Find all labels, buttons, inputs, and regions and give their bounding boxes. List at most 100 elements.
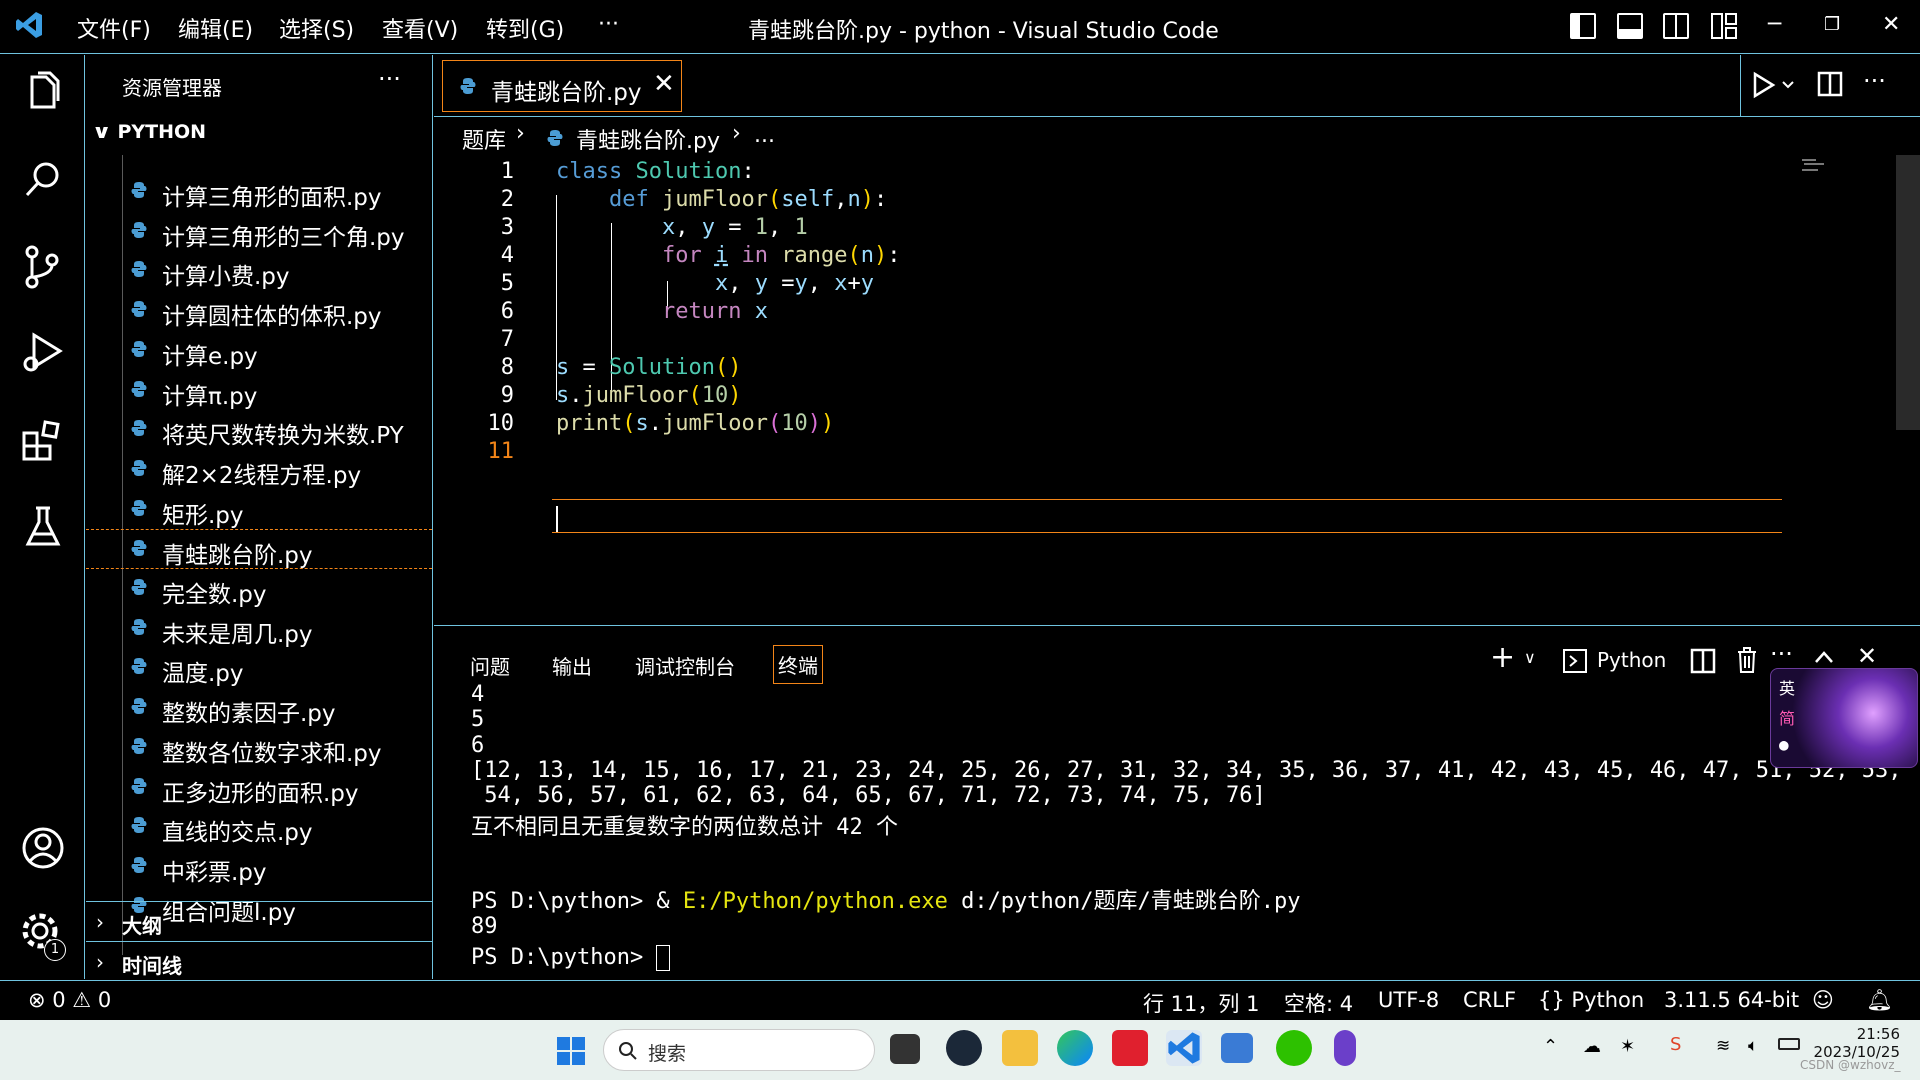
- close-window-button[interactable]: ✕: [1882, 12, 1900, 37]
- obsidian-icon[interactable]: [1334, 1030, 1356, 1066]
- restore-button[interactable]: ❐: [1824, 14, 1840, 35]
- file-item[interactable]: 计算三角形的三个角.py: [86, 212, 432, 252]
- breadcrumb-file[interactable]: 青蛙跳台阶.py: [576, 123, 720, 155]
- chevron-down-icon[interactable]: ∨: [1524, 648, 1536, 667]
- breadcrumb-folder[interactable]: 题库: [462, 123, 506, 155]
- ime-widget[interactable]: 英 简 ●: [1770, 668, 1918, 768]
- menu-goto[interactable]: 转到(G): [486, 12, 564, 44]
- terminal-prompt[interactable]: PS D:\python>: [471, 945, 671, 971]
- tray-app-icon[interactable]: ✶: [1620, 1036, 1635, 1057]
- onedrive-cloud-icon[interactable]: ☁: [1583, 1036, 1601, 1057]
- run-python-file-icon[interactable]: [1751, 71, 1799, 99]
- search-icon[interactable]: [18, 155, 68, 205]
- encoding-status[interactable]: UTF-8: [1378, 988, 1439, 1012]
- window-app-icon[interactable]: [1221, 1033, 1253, 1063]
- file-item[interactable]: 中彩票.py: [86, 847, 432, 887]
- cursor-position[interactable]: 行 11，列 1: [1143, 988, 1259, 1018]
- file-item[interactable]: 计算e.py: [86, 331, 432, 371]
- vscode-taskbar-icon[interactable]: [1166, 1030, 1202, 1066]
- tab-output[interactable]: 输出: [552, 651, 592, 680]
- run-debug-icon[interactable]: [18, 327, 68, 377]
- file-item[interactable]: 未来是周几.py: [86, 609, 432, 649]
- file-item[interactable]: 解2×2线程方程.py: [86, 450, 432, 490]
- file-item[interactable]: 计算π.py: [86, 371, 432, 411]
- customize-layout-icon[interactable]: [1711, 13, 1737, 39]
- file-item[interactable]: 计算三角形的面积.py: [86, 172, 432, 212]
- close-panel-icon[interactable]: ✕: [1857, 642, 1877, 670]
- explorer-icon[interactable]: [18, 67, 68, 117]
- minimap[interactable]: [1800, 155, 1830, 185]
- file-item[interactable]: 温度.py: [86, 648, 432, 688]
- breadcrumb-symbol[interactable]: ...: [754, 123, 775, 148]
- editor-tab[interactable]: 青蛙跳台阶.py ✕: [442, 60, 682, 112]
- menu-more[interactable]: ···: [598, 12, 619, 37]
- feedback-icon[interactable]: ☺: [1812, 988, 1834, 1012]
- wifi-icon[interactable]: ≋: [1716, 1036, 1730, 1056]
- file-item[interactable]: 整数的素因子.py: [86, 688, 432, 728]
- tab-terminal[interactable]: 终端: [773, 645, 823, 684]
- problems-status[interactable]: ⊗ 0 ⚠ 0: [28, 988, 111, 1012]
- toggle-secondary-sidebar-icon[interactable]: [1663, 13, 1689, 39]
- file-explorer-icon[interactable]: [1002, 1030, 1038, 1066]
- file-item[interactable]: 矩形.py: [86, 490, 432, 530]
- editor-more-icon[interactable]: ···: [1863, 67, 1886, 95]
- source-control-icon[interactable]: [18, 242, 68, 292]
- file-item[interactable]: 将英尺数转换为米数.PY: [86, 410, 432, 450]
- file-item[interactable]: 青蛙跳台阶.py: [86, 529, 432, 570]
- system-clock[interactable]: 21:56 2023/10/25: [1810, 1025, 1900, 1061]
- ime-shirt-icon[interactable]: ●: [1779, 735, 1789, 754]
- folder-header[interactable]: ∨ PYTHON: [92, 121, 206, 143]
- indentation-status[interactable]: 空格: 4: [1284, 988, 1353, 1018]
- file-item[interactable]: 正多边形的面积.py: [86, 768, 432, 808]
- menu-edit[interactable]: 编辑(E): [178, 12, 253, 44]
- new-terminal-icon[interactable]: +: [1490, 640, 1515, 675]
- explorer-more-icon[interactable]: ···: [378, 65, 401, 93]
- notifications-bell-icon[interactable]: 🔔︎: [1866, 988, 1893, 1013]
- tray-red-app-icon[interactable]: S: [1670, 1034, 1681, 1055]
- menu-file[interactable]: 文件(F): [77, 12, 151, 44]
- file-item[interactable]: 整数各位数字求和.py: [86, 728, 432, 768]
- eol-status[interactable]: CRLF: [1463, 988, 1516, 1012]
- wechat-icon[interactable]: [1276, 1030, 1312, 1066]
- netease-music-icon[interactable]: [1112, 1030, 1148, 1066]
- panel-more-icon[interactable]: ···: [1770, 640, 1793, 668]
- tab-problems[interactable]: 问题: [470, 651, 510, 680]
- taskbar-search[interactable]: 搜索: [603, 1029, 875, 1071]
- toggle-panel-icon[interactable]: [1617, 13, 1643, 39]
- error-icon: ⊗: [28, 988, 46, 1012]
- edge-browser-icon[interactable]: [1057, 1030, 1093, 1066]
- tab-debug-console[interactable]: 调试控制台: [635, 651, 735, 680]
- split-terminal-icon[interactable]: [1690, 648, 1716, 674]
- code-editor[interactable]: 1 2 3 4 5 6 7 8 9 10 11 class Solution: def jumFlo…: [434, 155, 1920, 625]
- chevron-up-icon[interactable]: ⌃: [1543, 1036, 1558, 1057]
- maximize-panel-icon[interactable]: [1814, 650, 1834, 664]
- testing-icon[interactable]: [18, 502, 68, 552]
- extensions-icon[interactable]: [18, 415, 68, 465]
- file-item[interactable]: 完全数.py: [86, 569, 432, 609]
- ime-mode[interactable]: 简: [1779, 705, 1795, 729]
- menu-view[interactable]: 查看(V): [382, 12, 458, 44]
- file-item[interactable]: 计算小费.py: [86, 251, 432, 291]
- task-view-icon[interactable]: [890, 1034, 920, 1064]
- file-item[interactable]: 直线的交点.py: [86, 807, 432, 847]
- trash-icon[interactable]: [1736, 646, 1758, 674]
- windows-start-icon[interactable]: [556, 1036, 586, 1066]
- terminal-shell-name[interactable]: Python: [1597, 648, 1666, 672]
- accounts-icon[interactable]: [18, 823, 68, 873]
- interpreter-status[interactable]: 3.11.5 64-bit: [1664, 988, 1799, 1012]
- minimize-button[interactable]: ─: [1768, 12, 1781, 37]
- tab-close-icon[interactable]: ✕: [653, 69, 675, 99]
- battery-icon[interactable]: [1778, 1038, 1800, 1050]
- volume-icon[interactable]: 🔈︎: [1748, 1036, 1758, 1056]
- settings-gear-icon[interactable]: 1: [18, 907, 68, 961]
- language-mode[interactable]: {} Python: [1538, 988, 1644, 1012]
- timeline-section[interactable]: › 时间线: [86, 941, 432, 981]
- menu-selection[interactable]: 选择(S): [279, 12, 354, 44]
- file-item[interactable]: 计算圆柱体的体积.py: [86, 291, 432, 331]
- split-editor-icon[interactable]: [1817, 71, 1843, 97]
- ime-language[interactable]: 英: [1779, 675, 1795, 699]
- outline-section[interactable]: › 大纲: [86, 901, 432, 941]
- steam-icon[interactable]: [946, 1030, 982, 1066]
- toggle-primary-sidebar-icon[interactable]: [1570, 13, 1596, 39]
- editor-scrollbar[interactable]: [1896, 155, 1920, 430]
